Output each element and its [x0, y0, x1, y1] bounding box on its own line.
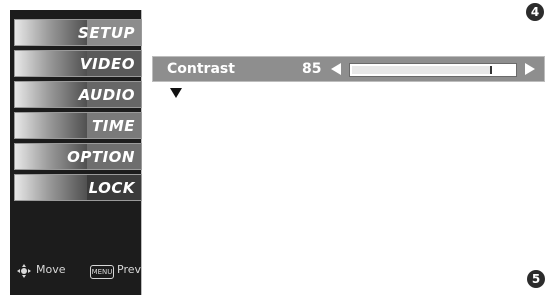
- speaker-icon: [15, 82, 87, 107]
- contrast-label: Contrast: [167, 61, 235, 77]
- nav-hint-footer: Move MENU Prev: [16, 263, 141, 279]
- contrast-slider[interactable]: [349, 63, 517, 77]
- move-label: Move: [36, 263, 66, 276]
- step-badge: 4: [526, 3, 544, 21]
- decrease-arrow-icon[interactable]: [331, 63, 341, 75]
- clock-icon: [15, 113, 87, 138]
- menu-item-label: VIDEO: [79, 55, 135, 73]
- menu-item-label: AUDIO: [78, 86, 135, 104]
- padlock-icon: [15, 175, 87, 200]
- menu-item-setup[interactable]: SETUP: [14, 19, 142, 46]
- slider-fill: [352, 66, 492, 74]
- prev-label: Prev: [117, 263, 141, 276]
- menu-item-audio[interactable]: AUDIO: [14, 81, 142, 108]
- menu-item-lock[interactable]: LOCK: [14, 174, 142, 201]
- menu-item-video[interactable]: VIDEO: [14, 50, 142, 77]
- contrast-value: 85: [302, 61, 322, 77]
- satellite-dish-icon: [15, 20, 87, 45]
- contrast-adjust-bar[interactable]: Contrast 85: [152, 56, 545, 82]
- move-dpad-icon: [17, 264, 31, 278]
- film-reel-icon: [15, 51, 87, 76]
- menu-item-label: LOCK: [88, 179, 135, 197]
- step-badge: 5: [527, 270, 545, 288]
- menu-item-option[interactable]: OPTION: [14, 143, 142, 170]
- menu-item-label: OPTION: [67, 148, 135, 166]
- menu-key-icon: MENU: [90, 265, 114, 279]
- increase-arrow-icon[interactable]: [525, 63, 535, 75]
- menu-item-label: SETUP: [78, 24, 135, 42]
- menu-item-label: TIME: [92, 117, 135, 135]
- menu-sidebar: SETUP VIDEO AUDIO TIME OPTION LOCK Move …: [10, 10, 142, 295]
- menu-item-time[interactable]: TIME: [14, 112, 142, 139]
- down-arrow-icon: [170, 88, 182, 98]
